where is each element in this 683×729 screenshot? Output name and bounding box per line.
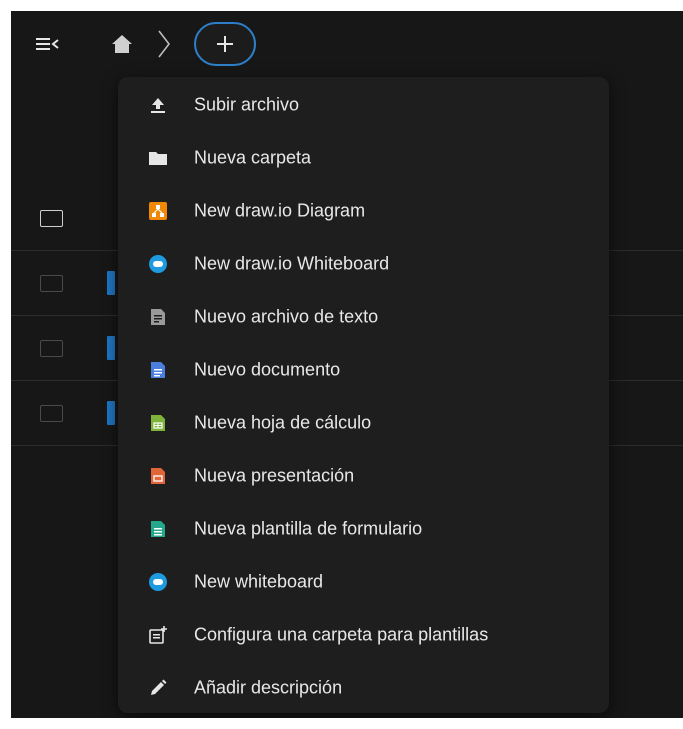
presentation-icon — [148, 466, 168, 486]
form-template-icon — [148, 519, 168, 539]
pencil-icon — [148, 678, 168, 698]
menu-item-new-drawio-whiteboard[interactable]: New draw.io Whiteboard — [118, 238, 609, 290]
menu-item-label: Nuevo documento — [194, 359, 341, 380]
drawio-whiteboard-icon — [148, 254, 168, 274]
menu-item-label: Nueva plantilla de formulario — [194, 518, 423, 539]
row-checkbox[interactable] — [40, 405, 63, 422]
menu-item-new-presentation[interactable]: Nueva presentación — [118, 450, 609, 502]
menu-item-label: Nueva carpeta — [194, 147, 312, 168]
top-bar — [11, 11, 683, 77]
menu-item-new-spreadsheet[interactable]: Nueva hoja de cálculo — [118, 397, 609, 449]
menu-item-new-document[interactable]: Nuevo documento — [118, 344, 609, 396]
menu-item-label: Nueva hoja de cálculo — [194, 412, 372, 433]
menu-item-upload-file[interactable]: Subir archivo — [118, 79, 609, 131]
menu-item-label: Configura una carpeta para plantillas — [194, 624, 489, 645]
menu-item-label: Nueva presentación — [194, 465, 355, 486]
folder-icon — [107, 271, 115, 295]
chevron-right-icon — [156, 29, 172, 59]
menu-item-label: Nuevo archivo de texto — [194, 306, 379, 327]
select-all-checkbox[interactable] — [40, 210, 63, 227]
menu-item-label: Subir archivo — [194, 94, 300, 115]
menu-item-new-text-file[interactable]: Nuevo archivo de texto — [118, 291, 609, 343]
menu-item-add-description[interactable]: Añadir descripción — [118, 662, 609, 714]
sidebar-collapse-icon[interactable] — [33, 33, 63, 55]
new-menu: Subir archivo Nueva carpeta New draw.io … — [118, 77, 609, 713]
menu-item-new-folder[interactable]: Nueva carpeta — [118, 132, 609, 184]
text-file-icon — [148, 307, 168, 327]
template-folder-icon — [148, 625, 168, 645]
folder-icon — [107, 336, 115, 360]
upload-icon — [148, 95, 168, 115]
menu-item-new-whiteboard[interactable]: New whiteboard — [118, 556, 609, 608]
row-checkbox[interactable] — [40, 275, 63, 292]
menu-item-label: Añadir descripción — [194, 677, 343, 698]
new-button[interactable] — [194, 22, 256, 66]
document-icon — [148, 360, 168, 380]
menu-item-label: New draw.io Diagram — [194, 200, 366, 221]
menu-item-label: New whiteboard — [194, 571, 324, 592]
spreadsheet-icon — [148, 413, 168, 433]
files-app: Subir archivo Nueva carpeta New draw.io … — [11, 11, 683, 718]
menu-item-setup-template-folder[interactable]: Configura una carpeta para plantillas — [118, 609, 609, 661]
plus-icon — [217, 36, 233, 52]
menu-item-label: New draw.io Whiteboard — [194, 253, 390, 274]
whiteboard-icon — [148, 572, 168, 592]
menu-item-new-form-template[interactable]: Nueva plantilla de formulario — [118, 503, 609, 555]
home-icon[interactable] — [109, 32, 135, 56]
drawio-diagram-icon — [148, 201, 168, 221]
row-checkbox[interactable] — [40, 340, 63, 357]
folder-icon — [148, 148, 168, 168]
menu-item-new-drawio-diagram[interactable]: New draw.io Diagram — [118, 185, 609, 237]
folder-icon — [107, 401, 115, 425]
